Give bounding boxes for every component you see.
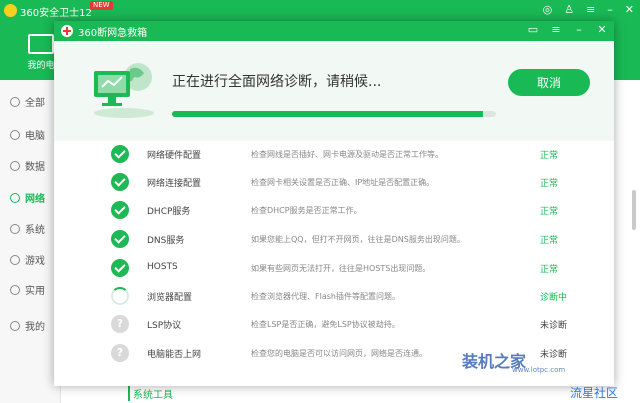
network-icon [10,192,20,203]
sidebar-item-games[interactable]: 游戏 [10,252,45,267]
menu-icon[interactable]: ≡ [586,3,595,16]
network-monitor-icon [94,63,154,118]
heart-icon [10,320,20,331]
list-item: HOSTS 如果有些网页无法打开，往往是HOSTS出现问题。 正常 [54,258,614,278]
close-icon[interactable]: ✕ [625,3,634,16]
shirt-icon[interactable]: ♙ [564,3,574,16]
list-item: ? 电脑能否上网 检查您的电脑是否可以访问网页，网络是否连通。 未诊断 [54,343,614,363]
check-icon [111,145,129,163]
question-icon: ? [111,344,129,362]
scrollbar[interactable] [632,190,636,230]
tab-label: 我的电 [27,61,55,71]
dialog-window-controls: ▭ ≡ – ✕ [527,23,608,36]
status-badge: 未诊断 [540,350,568,360]
menu-icon[interactable]: ≡ [550,23,562,36]
app-titlebar: 360安全卫士12 NEW ◎ ♙ ≡ – ✕ [0,0,640,22]
minimize-icon[interactable]: – [607,3,613,16]
feedback-icon[interactable]: ▭ [527,23,539,36]
app-window-controls: ◎ ♙ ≡ – ✕ [543,3,634,16]
list-item: DHCP服务 检查DHCP服务是否正常工作。 正常 [54,200,614,220]
grid-icon [10,96,20,107]
check-icon [111,259,129,277]
sidebar-item-all[interactable]: 全部 [10,94,45,109]
tab-my-computer[interactable]: 我的电 [24,34,58,71]
network-rescue-dialog: 360断网急救箱 ▭ ≡ – ✕ 正在进行全面网络诊断，请稍候... 取消 网络… [54,21,614,386]
diagnosis-progress-bar [172,111,496,117]
new-badge: NEW [90,1,113,10]
diagnosis-status-text: 正在进行全面网络诊断，请稍候... [172,74,382,90]
loading-spinner-icon [111,287,129,305]
list-item: ? LSP协议 检查LSP是否正确，避免LSP协议被劫持。 未诊断 [54,314,614,334]
red-cross-icon [61,25,73,37]
minimize-icon[interactable]: – [573,23,585,36]
list-item: 浏览器配置 检查浏览器代理、Flash插件等配置问题。 诊断中 [54,286,614,306]
check-icon [111,230,129,248]
section-system-tools: 系统工具 [128,386,173,401]
tools-icon [10,284,20,295]
list-item: DNS服务 如果您能上QQ，但打不开网页，往往是DNS服务出现问题。 正常 [54,229,614,249]
status-badge: 诊断中 [540,293,568,303]
status-badge: 正常 [540,179,559,189]
check-icon [111,173,129,191]
gear-icon [10,223,20,234]
status-badge: 正常 [540,151,559,161]
status-badge: 未诊断 [540,321,568,331]
sidebar-item-mine[interactable]: 我的 [10,318,45,333]
question-icon: ? [111,315,129,333]
progress-fill [172,111,484,117]
diagnosis-header: 正在进行全面网络诊断，请稍候... 取消 [54,41,614,141]
list-item: 网络连接配置 检查网卡相关设置是否正确、IP地址是否配置正确。 正常 [54,172,614,192]
cancel-button[interactable]: 取消 [508,69,590,96]
app-title: 360安全卫士12 [20,8,92,19]
status-badge: 正常 [540,236,559,246]
360-logo-icon [4,4,17,17]
sidebar-item-data[interactable]: 数据 [10,158,45,173]
sidebar-item-computer[interactable]: 电脑 [10,127,45,142]
check-icon [111,201,129,219]
gamepad-icon [10,254,20,265]
close-icon[interactable]: ✕ [596,23,608,36]
sidebar-item-utilities[interactable]: 实用 [10,282,45,297]
monitor-icon [28,34,54,54]
sidebar-item-system[interactable]: 系统 [10,221,45,236]
list-item: 网络硬件配置 检查网线是否插好、网卡电源及驱动是否正常工作等。 正常 [54,144,614,164]
status-badge: 正常 [540,207,559,217]
dialog-titlebar: 360断网急救箱 ▭ ≡ – ✕ [54,21,614,41]
watermark-url: www.lotpc.com [512,366,566,374]
app-sidebar: 全部 电脑 数据 网络 系统 游戏 实用 我的 [0,80,61,403]
computer-icon [10,129,20,140]
sidebar-item-network[interactable]: 网络 [10,190,45,205]
watermark-corner: 流星社区 [570,386,619,400]
status-badge: 正常 [540,265,559,275]
dialog-title: 360断网急救箱 [78,28,148,39]
skin-icon[interactable]: ◎ [543,3,553,16]
shield-icon [10,160,20,171]
